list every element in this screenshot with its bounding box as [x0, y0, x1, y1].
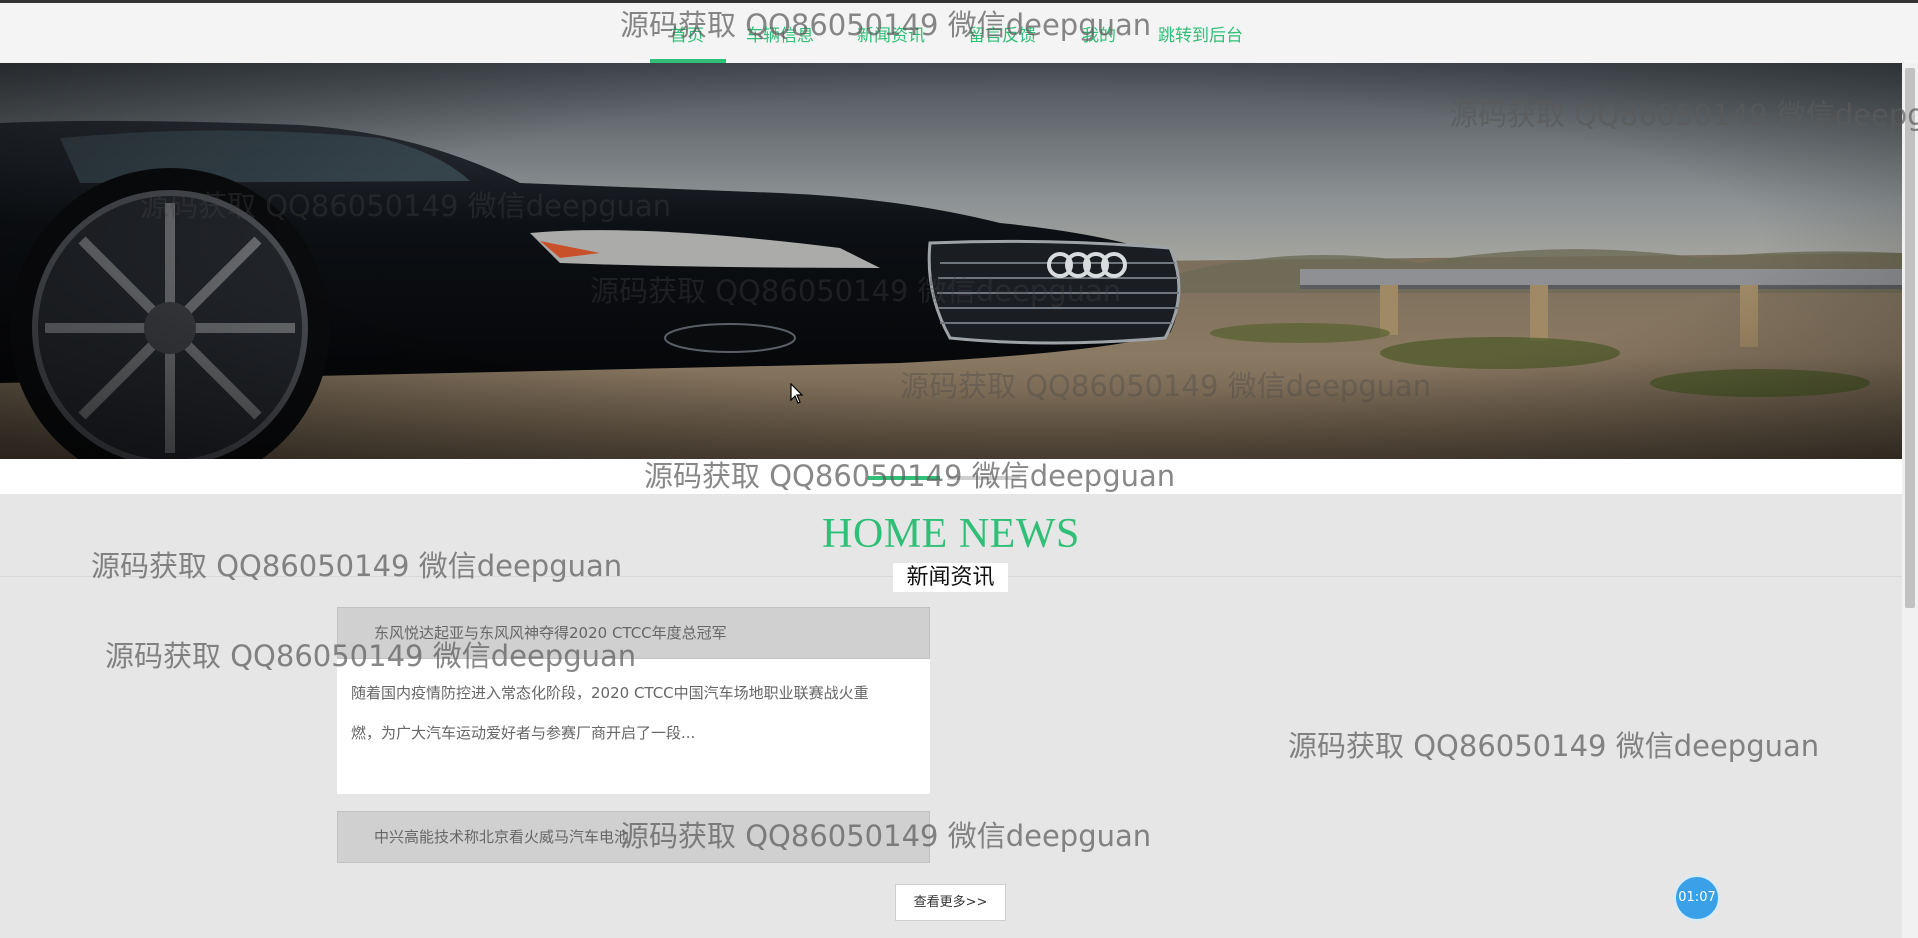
news-card-summary-line: 随着国内疫情防控进入常态化阶段，2020 CTCC中国汽车场地职业联赛战火重	[351, 684, 869, 702]
news-card-title[interactable]: 中兴高能技术称北京看火威马汽车电池	[337, 811, 930, 863]
news-card-2[interactable]: 中兴高能技术称北京看火威马汽车电池	[337, 811, 930, 863]
hero-banner[interactable]	[0, 63, 1902, 459]
nav-item-news[interactable]: 新闻资讯	[857, 21, 925, 46]
nav-item-feedback[interactable]: 留言反馈	[968, 21, 1036, 46]
news-card-summary-line: 燃，为广大汽车运动爱好者与参赛厂商开启了一段...	[351, 724, 696, 742]
watermark: 源码获取 QQ86050149 微信deepguan	[1288, 729, 1820, 763]
nav-item-mine[interactable]: 我的	[1082, 21, 1116, 46]
banner-car-image	[0, 63, 1902, 459]
view-more-button[interactable]: 查看更多>>	[895, 884, 1006, 921]
news-card-summary: 随着国内疫情防控进入常态化阶段，2020 CTCC中国汽车场地职业联赛战火重 燃…	[337, 659, 930, 794]
carousel-dot-2[interactable]	[948, 476, 1020, 480]
nav-item-admin-link[interactable]: 跳转到后台	[1158, 21, 1243, 46]
news-card-1[interactable]: 东风悦达起亚与东风风神夺得2020 CTCC年度总冠军 随着国内疫情防控进入常态…	[337, 607, 930, 794]
floating-timer-badge[interactable]: 01:07	[1674, 875, 1720, 921]
section-subtitle: 新闻资讯	[893, 563, 1008, 592]
news-card-title[interactable]: 东风悦达起亚与东风风神夺得2020 CTCC年度总冠军	[337, 607, 930, 659]
top-navigation: 首页 车辆信息 新闻资讯 留言反馈 我的 跳转到后台	[0, 3, 1918, 63]
scrollbar-thumb[interactable]	[1905, 68, 1915, 608]
nav-item-vehicle-info[interactable]: 车辆信息	[746, 21, 814, 46]
nav-item-home[interactable]: 首页	[670, 21, 704, 46]
section-title: HOME NEWS	[822, 511, 1080, 557]
carousel-dot-1[interactable]	[868, 476, 940, 480]
mouse-cursor-icon	[790, 383, 804, 404]
